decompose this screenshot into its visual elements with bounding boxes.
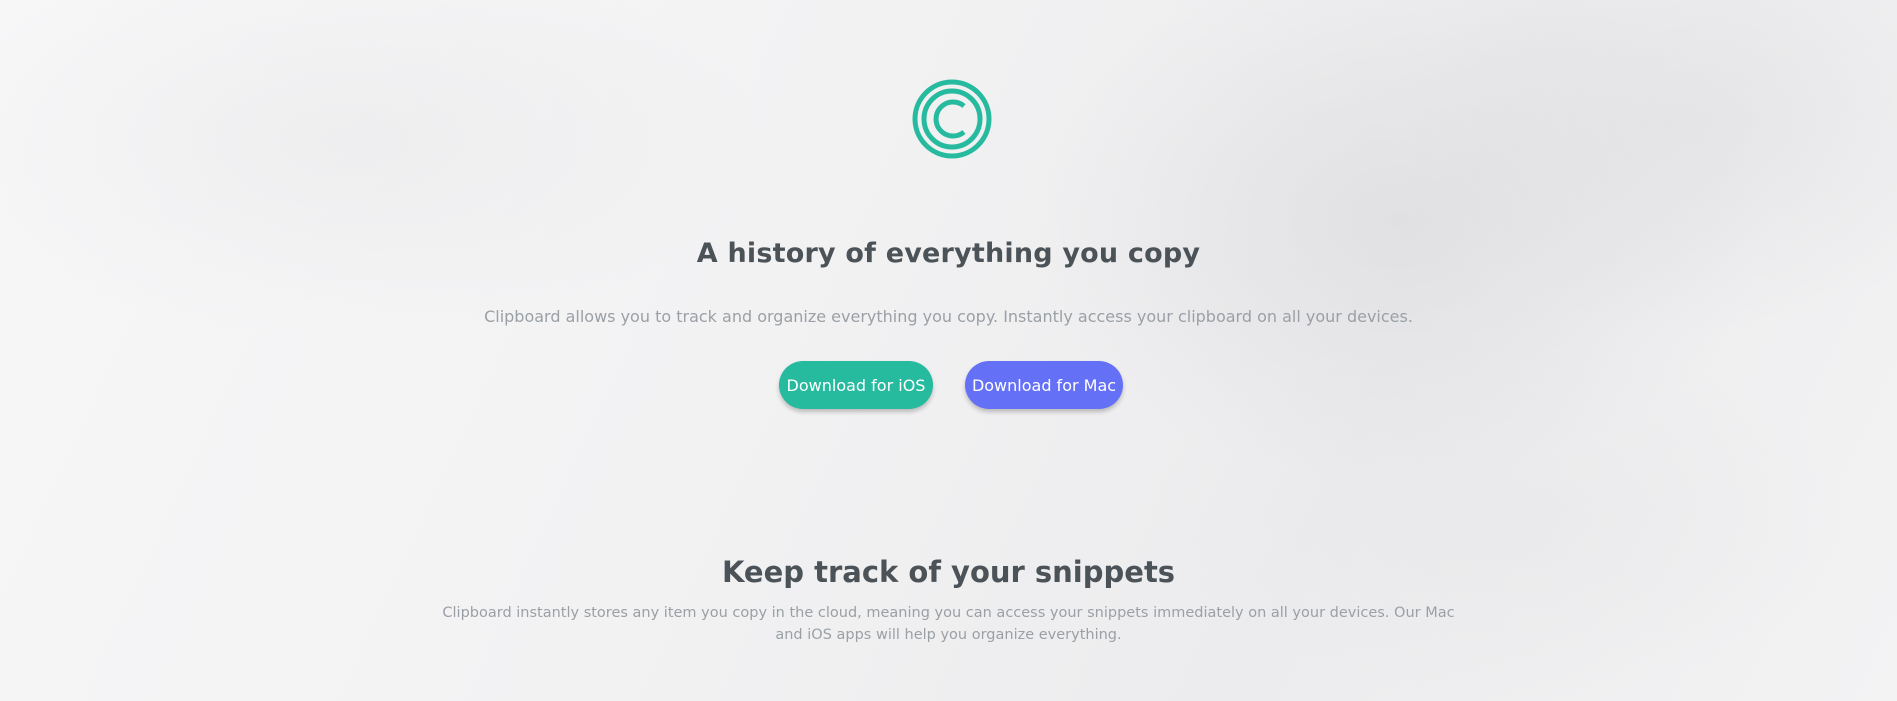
download-ios-button[interactable]: Download for iOS bbox=[779, 361, 933, 409]
hero-title: A history of everything you copy bbox=[696, 238, 1201, 269]
snippets-description: Clipboard instantly stores any item you … bbox=[442, 605, 1455, 643]
hero-subtitle: Clipboard allows you to track and organi… bbox=[484, 307, 1413, 326]
download-mac-button[interactable]: Download for Mac bbox=[965, 361, 1123, 409]
clipboard-logo-icon bbox=[912, 79, 992, 159]
snippets-title: Keep track of your snippets bbox=[721, 555, 1176, 589]
